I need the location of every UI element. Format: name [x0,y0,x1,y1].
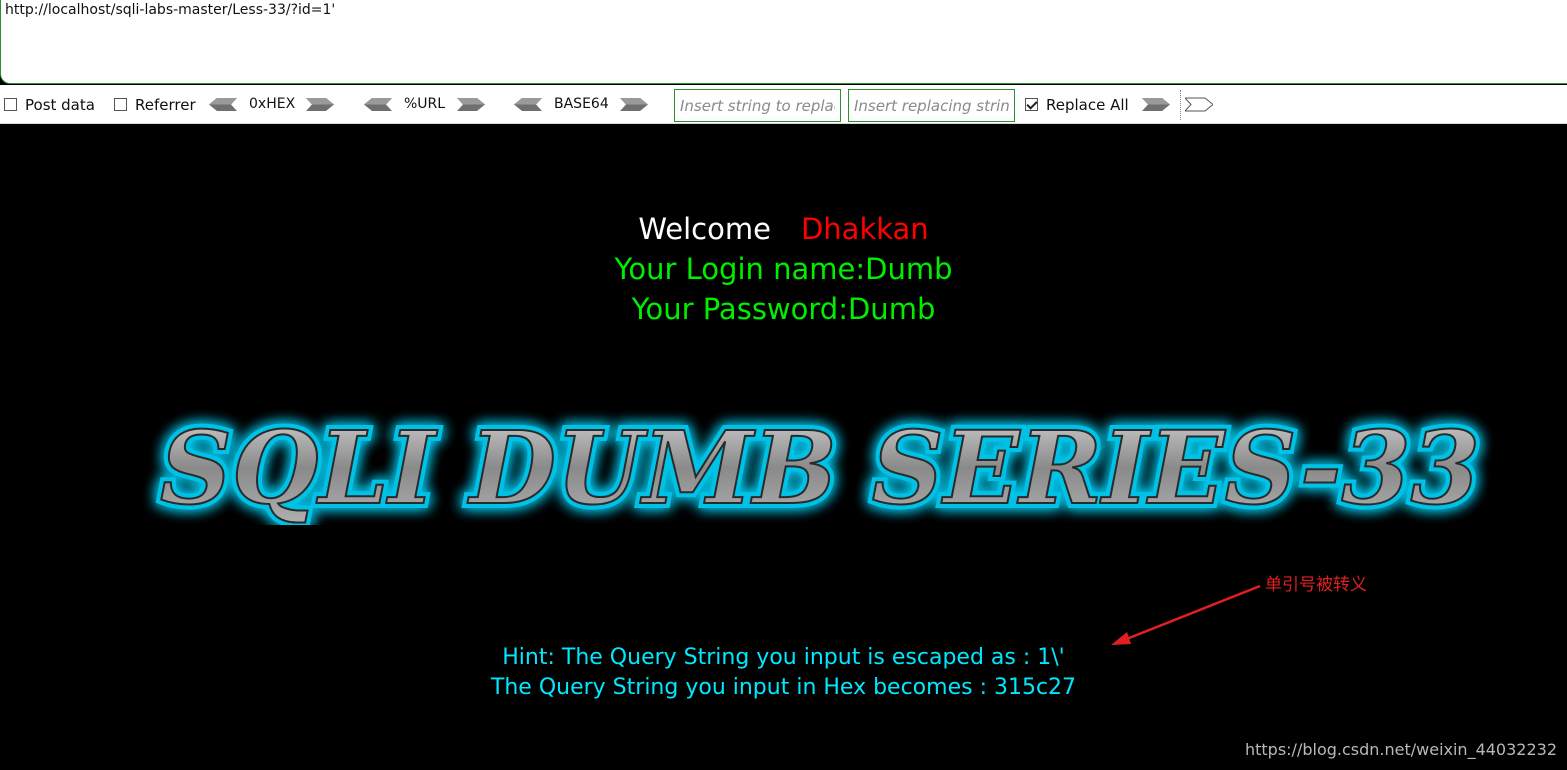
welcome-text: Welcome [638,212,771,246]
toolbar-separator [1180,90,1181,120]
hex-decode-arrow-icon[interactable] [209,97,237,112]
referrer-toggle[interactable]: Referrer [114,85,196,124]
replacing-string-input[interactable] [848,89,1015,122]
login-name-text: Your Login name:Dumb [614,252,953,286]
base64-encode-arrow-icon[interactable] [620,97,648,112]
url-decode-arrow-icon[interactable] [364,97,392,112]
url-text[interactable]: http://localhost/sqli-labs-master/Less-3… [5,2,335,18]
annotation-arrow-icon [1111,584,1261,645]
annotation-label: 单引号被转义 [1265,575,1367,595]
hint-hex-text: The Query String you input in Hex become… [490,675,1077,700]
replace-all-checkbox[interactable] [1025,98,1038,111]
replace-arrow-icon[interactable] [1142,97,1170,112]
password-text: Your Password:Dumb [631,292,936,326]
url-label: %URL [404,96,446,112]
hex-encode-arrow-icon[interactable] [306,97,334,112]
url-textarea[interactable]: http://localhost/sqli-labs-master/Less-3… [0,0,1567,84]
post-data-label: Post data [25,95,95,114]
referrer-label: Referrer [135,95,196,114]
watermark-text: https://blog.csdn.net/weixin_44032232 [1244,740,1557,759]
banner-text: SQLI DUMB SERIES-33 [160,409,1480,525]
referrer-checkbox[interactable] [114,98,127,111]
replace-string-input[interactable] [674,89,841,122]
replace-all-label: Replace All [1046,95,1129,114]
url-encode-arrow-icon[interactable] [457,97,485,112]
hint-escaped-text: Hint: The Query String you input is esca… [502,645,1065,670]
hex-label: 0xHEX [249,96,296,112]
sqli-banner-logo: SQLI DUMB SERIES-33 SQLI DUMB SERIES-33 [155,405,1485,525]
hackbar-toolbar: Post data Referrer 0xHEX %URL BASE64 Rep… [0,85,1567,124]
welcome-user-name: Dhakkan [800,212,929,246]
replace-all-toggle[interactable]: Replace All [1025,85,1129,124]
post-data-toggle[interactable]: Post data [4,85,95,124]
post-data-checkbox[interactable] [4,98,17,111]
welcome-line: Welcome Dhakkan [0,212,1567,246]
base64-decode-arrow-icon[interactable] [514,97,542,112]
base64-label: BASE64 [554,96,609,112]
extra-arrow-icon[interactable] [1185,97,1213,112]
